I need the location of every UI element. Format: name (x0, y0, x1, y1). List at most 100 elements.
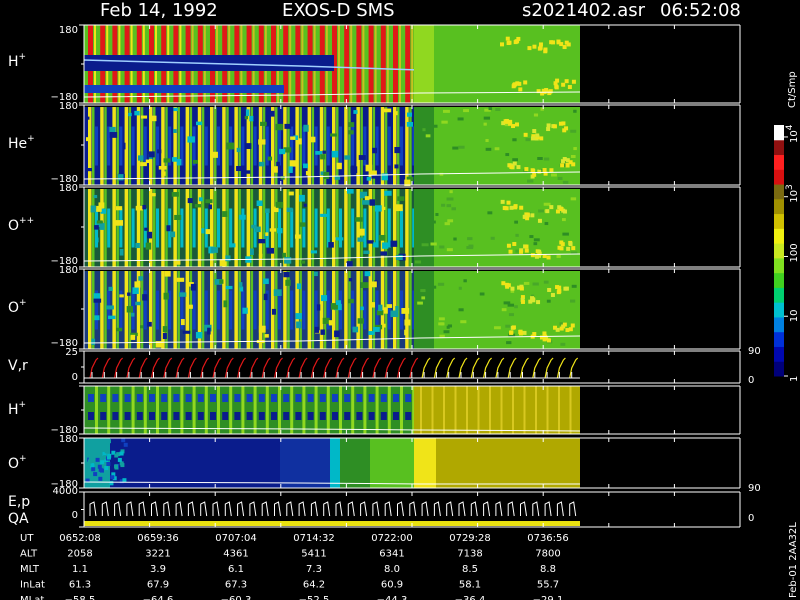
spectrogram-cell (246, 394, 253, 402)
spectrogram-cell (94, 225, 99, 230)
spectrogram-cell (357, 237, 364, 242)
plot-area (84, 25, 580, 526)
spectrogram-cell (348, 122, 355, 127)
orbit-cell: 0659:36 (137, 533, 179, 544)
header-date: Feb 14, 1992 (100, 0, 218, 21)
spectrogram-cell (95, 126, 98, 166)
spectrogram-cell (135, 205, 143, 211)
spectrogram-cell (239, 282, 243, 288)
spectrogram-cell (348, 107, 351, 185)
spectrogram-cell (494, 147, 500, 151)
panel-label-o-plus: O+ (8, 298, 27, 316)
ep-trace-segment (200, 501, 208, 517)
spectrogram-cell (340, 438, 370, 488)
spectrogram-cell (225, 285, 233, 290)
vr-trace-segment (409, 357, 419, 379)
spectrogram-cell (380, 394, 387, 402)
spectrogram-cell (140, 162, 147, 167)
spectrogram-cell (106, 439, 111, 444)
colorbar-swatch (774, 361, 784, 377)
spectrogram-cell (119, 248, 124, 256)
spectrogram-cell (560, 163, 565, 168)
spectrogram-cell (485, 139, 489, 143)
spectrogram-cell (192, 126, 196, 166)
spectrogram-cell (399, 25, 401, 103)
spectrogram-cell (487, 211, 493, 215)
spectrogram-cell (238, 189, 241, 267)
spectrogram-cell (570, 299, 576, 303)
spectrogram-cell (320, 154, 326, 160)
sms-spectrogram-figure: Feb 14, 1992 EXOS-D SMS s2021402.asr 06:… (8, 0, 800, 600)
orbit-row-label: MLat (20, 595, 44, 600)
orbit-cell: 6341 (379, 549, 404, 560)
orbit-cell: 7800 (535, 549, 560, 560)
ep-trace-segment (261, 501, 269, 517)
spectrogram-cell (336, 162, 342, 170)
spectrogram-cell (562, 128, 567, 133)
spectrogram-cell (265, 232, 269, 236)
spectrogram-cell (380, 107, 385, 185)
spectrogram-cell (277, 228, 283, 234)
ep-trace-segment (237, 501, 245, 517)
spectrogram-cell (511, 124, 516, 129)
spectrogram-cell (569, 386, 572, 434)
spectrogram-cell (136, 189, 141, 267)
spectrogram-cell (535, 386, 537, 434)
spectrogram-cell (266, 247, 275, 254)
spectrogram-cell (557, 285, 562, 290)
spectrogram-cell (378, 234, 386, 241)
spectrogram-cell (549, 168, 554, 173)
spectrogram-cell (153, 189, 156, 267)
spectrogram-cell (284, 257, 292, 264)
vr-trace-segment (249, 357, 259, 379)
ep-trace-segment (397, 501, 404, 517)
spectrogram-cell (344, 107, 348, 185)
spectrogram-cell (501, 281, 506, 286)
spectrogram-cell (400, 386, 403, 434)
spectrogram-cell (276, 161, 280, 167)
spectrogram-cell (85, 137, 90, 142)
spectrogram-cell (226, 142, 235, 150)
spectrogram-cell (384, 190, 392, 196)
spectrogram-cell (288, 166, 293, 173)
vr-trace-segment (360, 357, 370, 379)
spectrogram-cell (394, 164, 399, 169)
spectrogram-cell (441, 120, 448, 124)
ep-trace-segment (520, 501, 527, 517)
spectrogram-cell (336, 300, 341, 305)
ep-trace-segment (323, 501, 331, 517)
spectrogram-cell (532, 282, 539, 286)
spectrogram-cell (530, 253, 535, 258)
spectrogram-cell (275, 123, 283, 131)
colorbar-unit-label: Ct/Smp (787, 71, 798, 108)
spectrogram-cell (258, 394, 265, 402)
colorbar-swatch (774, 287, 784, 303)
ep-trace-segment (446, 501, 454, 517)
colorbar-swatch (774, 302, 784, 318)
spectrogram-cell (356, 189, 360, 267)
spectrogram-cell (92, 107, 95, 185)
spectrogram-cell (156, 208, 159, 248)
spectrogram-cell (189, 107, 193, 185)
spectrogram-cell (258, 253, 263, 258)
spectrogram-cell (530, 296, 535, 301)
spectrogram-cell (299, 222, 306, 227)
spectrogram-cell (226, 271, 229, 349)
spectrogram-cell (139, 325, 144, 329)
spectrogram-cell (100, 412, 107, 420)
spectrogram-cell (368, 394, 375, 402)
orbit-cell: 67.9 (147, 580, 169, 591)
spectrogram-cell (96, 205, 102, 212)
spectrogram-cell (326, 386, 330, 434)
spectrogram-cell (298, 138, 302, 145)
spectrogram-cell (320, 295, 328, 302)
spectrogram-cell (273, 289, 282, 296)
spectrogram-cell (244, 115, 249, 120)
spectrogram-cell (279, 148, 286, 155)
spectrogram-cell (168, 386, 172, 434)
spectrogram-cell (545, 209, 550, 214)
spectrogram-cell (166, 225, 171, 232)
spectrogram-cell (320, 213, 328, 217)
spectrogram-cell (319, 189, 324, 267)
spectrogram-cell (518, 331, 523, 336)
